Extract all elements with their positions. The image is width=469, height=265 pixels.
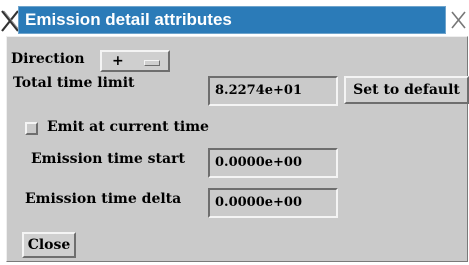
direction-option-menu[interactable]: + [100,50,170,72]
title-field: Emission detail attributes [18,6,446,34]
emission-detail-dialog: Emission detail attributes Direction + T… [0,0,469,265]
direction-value: + [112,53,124,69]
set-to-default-button[interactable]: Set to default [344,76,469,104]
total-time-limit-label: Total time limit [13,75,135,91]
emission-time-delta-label: Emission time delta [25,191,182,207]
emit-current-time-checkbox[interactable] [25,122,38,135]
emission-time-start-field[interactable]: 0.0000e+00 [208,148,338,178]
emission-time-delta-field[interactable]: 0.0000e+00 [208,188,338,218]
title-bar[interactable]: Emission detail attributes [0,6,469,35]
close-icon[interactable] [447,8,469,32]
window-title: Emission detail attributes [25,10,232,29]
total-time-limit-field[interactable]: 8.2274e+01 [208,76,338,106]
direction-label: Direction [11,51,85,67]
emit-current-time-label[interactable]: Emit at current time [47,119,209,135]
attributes-panel: Direction + Total time limit 8.2274e+01 … [6,36,469,262]
emission-time-start-label: Emission time start [31,151,185,167]
option-indicator-icon [144,60,160,66]
close-button[interactable]: Close [22,232,76,258]
